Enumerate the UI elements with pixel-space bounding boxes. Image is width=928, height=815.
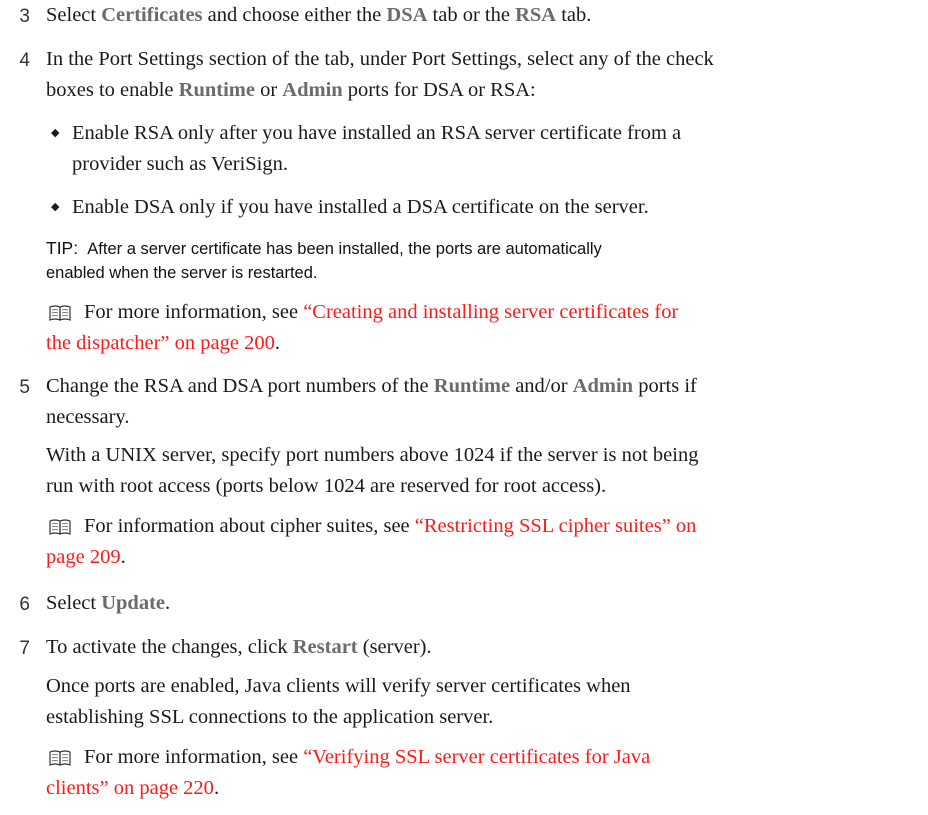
- cross-reference: For more information, see “Creating and …: [46, 301, 679, 354]
- paragraph: With a UNIX server, specify port numbers…: [46, 444, 699, 497]
- paragraph: Once ports are enabled, Java clients wil…: [46, 675, 631, 728]
- cross-reference: For information about cipher suites, see…: [46, 515, 697, 568]
- ui-term: Admin: [282, 78, 343, 101]
- step-number: 3: [19, 6, 30, 27]
- ui-term: RSA: [515, 4, 557, 26]
- step-text: In the Port Settings section of the tab,…: [46, 48, 714, 101]
- ui-term: DSA: [386, 4, 428, 26]
- step-text: Select Update.: [46, 592, 171, 614]
- ui-term: Restart: [292, 636, 358, 658]
- diamond-bullet-icon: ◆: [51, 127, 60, 139]
- step-number: 5: [19, 377, 30, 398]
- step-number: 4: [19, 50, 30, 71]
- xref-link[interactable]: clients” on page 220: [46, 777, 214, 799]
- step-text: Select Certificates and choose either th…: [46, 4, 592, 26]
- tip-label: TIP:: [46, 238, 79, 258]
- diamond-bullet-icon: ◆: [51, 201, 60, 213]
- xref-link[interactable]: the dispatcher” on page 200: [46, 332, 275, 354]
- xref-link[interactable]: “Verifying SSL server certificates for J…: [303, 746, 650, 768]
- ui-term: Runtime: [433, 375, 511, 397]
- bullet-item: Enable DSA only if you have installed a …: [72, 196, 649, 218]
- xref-link[interactable]: “Creating and installing server certific…: [303, 301, 678, 323]
- ui-term: Admin: [572, 375, 634, 397]
- step-text: To activate the changes, click Restart (…: [46, 636, 432, 658]
- step-number: 6: [19, 594, 30, 615]
- ui-term: Runtime: [178, 78, 255, 101]
- cross-reference: For more information, see “Verifying SSL…: [46, 746, 651, 799]
- tip-note: TIP: After a server certificate has been…: [46, 238, 602, 282]
- step-number: 7: [19, 638, 30, 659]
- bullet-item: Enable RSA only after you have installed…: [72, 122, 682, 175]
- xref-link[interactable]: “Restricting SSL cipher suites” on: [415, 515, 697, 537]
- ui-term: Certificates: [101, 4, 203, 26]
- step-text: Change the RSA and DSA port numbers of t…: [46, 375, 697, 428]
- ui-term: Update: [101, 592, 166, 614]
- xref-link[interactable]: page 209: [46, 546, 121, 568]
